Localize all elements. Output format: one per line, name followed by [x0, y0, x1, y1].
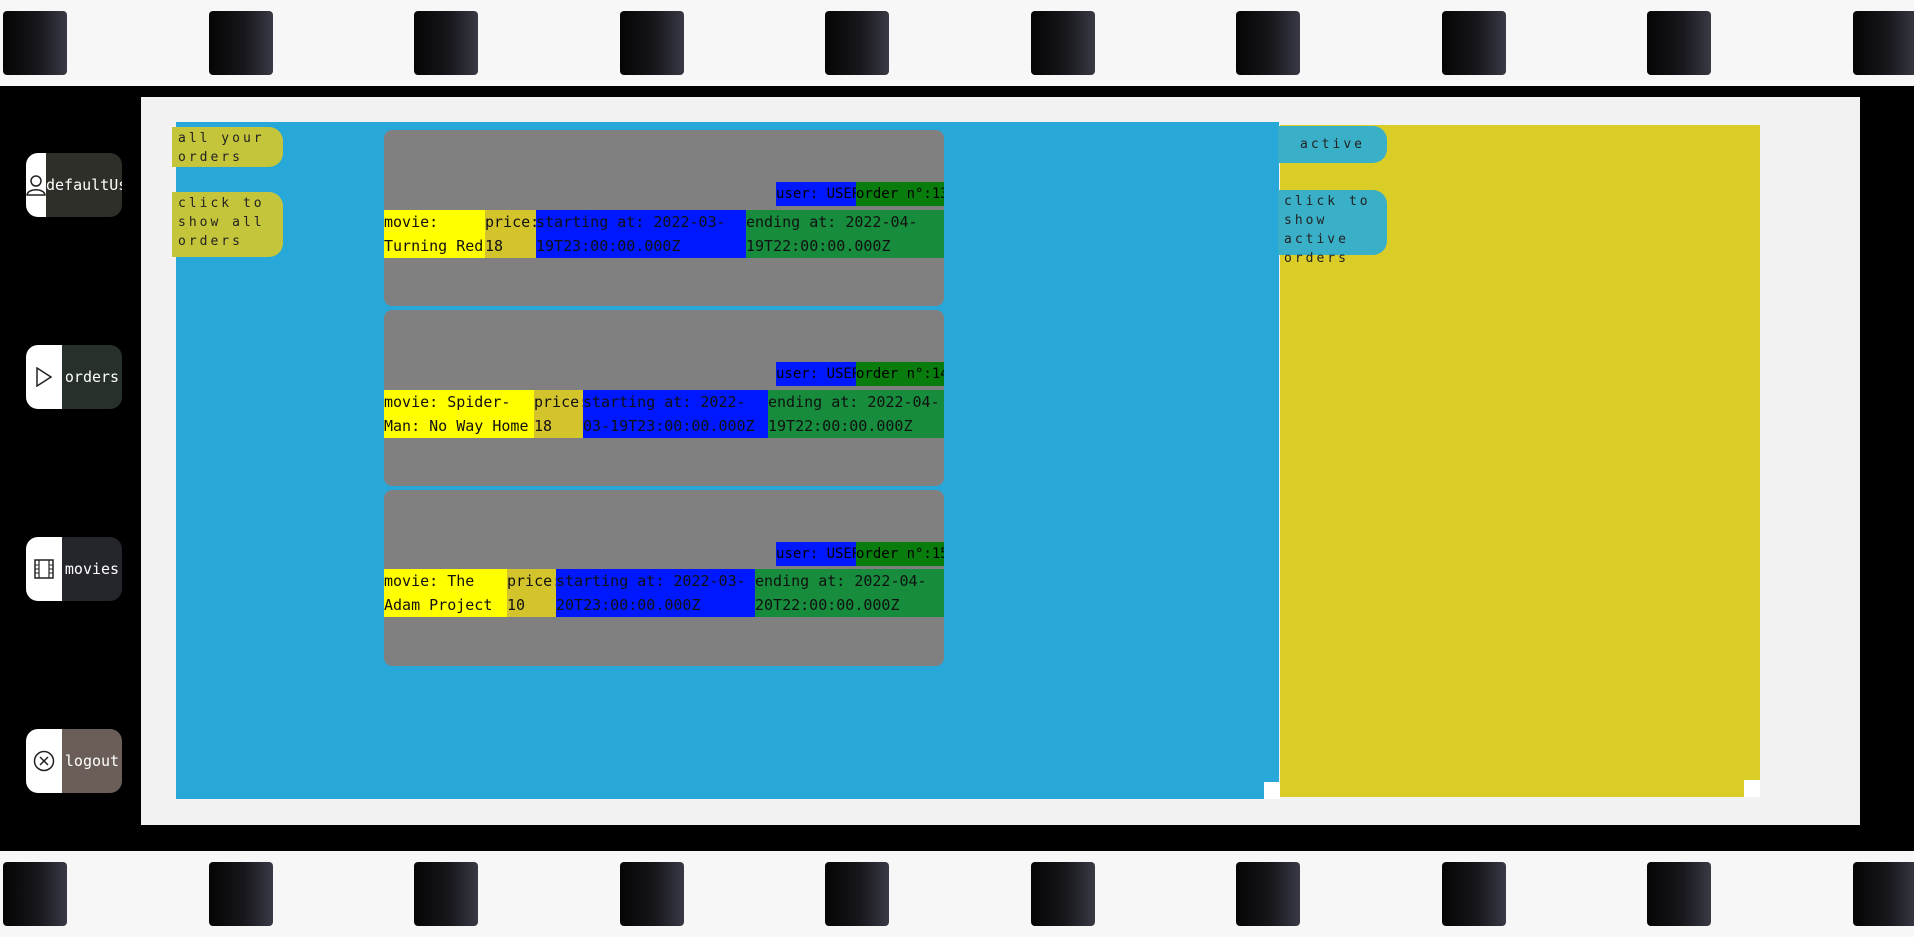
film-hole: [1647, 862, 1711, 926]
order-end: ending at: 2022-04-19T22:00:00.000Z: [768, 390, 944, 438]
order-number: order n°:15: [856, 542, 944, 566]
film-hole: [1236, 11, 1300, 75]
order-number: order n°:13: [856, 182, 944, 206]
film-hole: [1236, 862, 1300, 926]
show-all-orders-button[interactable]: click to show all orders: [172, 192, 283, 257]
nav-label-logout: logout: [62, 729, 122, 793]
panel-corner: [1264, 782, 1280, 799]
film-hole: [1442, 11, 1506, 75]
film-hole: [1853, 11, 1914, 75]
nav-logout-button[interactable]: logout: [26, 729, 122, 793]
order-number: order n°:14: [856, 362, 944, 386]
close-circle-icon: [26, 729, 62, 793]
nav-label-orders: orders: [62, 345, 122, 409]
order-movie: movie: Turning Red: [384, 210, 485, 258]
film-strip-bottom: [0, 851, 1914, 937]
film-hole: [3, 862, 67, 926]
film-hole: [1853, 862, 1914, 926]
film-hole: [209, 11, 273, 75]
user-icon: [26, 153, 46, 217]
show-active-orders-button[interactable]: click to show active orders: [1278, 190, 1387, 266]
film-hole: [1442, 862, 1506, 926]
order-card: user: USER order n°:13 movie: Turning Re…: [384, 130, 944, 306]
film-hole: [1647, 11, 1711, 75]
order-start: starting at: 2022-03-19T23:00:00.000Z: [583, 390, 768, 438]
film-hole: [414, 862, 478, 926]
nav-label-movies: movies: [62, 537, 122, 601]
active-orders-title: active: [1278, 126, 1387, 163]
film-hole: [620, 862, 684, 926]
film-hole: [209, 862, 273, 926]
order-movie: movie: Spider-Man: No Way Home: [384, 390, 534, 438]
nav-movies-button[interactable]: movies: [26, 537, 122, 601]
order-user: user: USER: [776, 542, 856, 566]
nav-orders-button[interactable]: orders: [26, 345, 122, 409]
film-hole: [620, 11, 684, 75]
all-orders-title: all your orders: [172, 127, 283, 167]
order-card: user: USER order n°:15 movie: The Adam P…: [384, 490, 944, 666]
panel-corner: [1744, 780, 1760, 797]
film-hole: [1031, 862, 1095, 926]
order-end: ending at: 2022-04-19T22:00:00.000Z: [746, 210, 944, 258]
film-hole: [825, 11, 889, 75]
film-strip-top: [0, 0, 1914, 86]
order-user: user: USER: [776, 182, 856, 206]
nav-label-user: defaultUser: [46, 153, 122, 217]
order-movie: movie: The Adam Project: [384, 569, 507, 617]
play-icon: [26, 345, 62, 409]
film-icon: [26, 537, 62, 601]
film-hole: [3, 11, 67, 75]
order-price: price: 18: [534, 390, 583, 438]
film-hole: [414, 11, 478, 75]
order-card: user: USER order n°:14 movie: Spider-Man…: [384, 310, 944, 486]
nav-user-button[interactable]: defaultUser: [26, 153, 122, 217]
order-end: ending at: 2022-04-20T22:00:00.000Z: [755, 569, 944, 617]
order-price: price: 10: [507, 569, 556, 617]
film-hole: [825, 862, 889, 926]
order-user: user: USER: [776, 362, 856, 386]
order-start: starting at: 2022-03-20T23:00:00.000Z: [556, 569, 755, 617]
film-hole: [1031, 11, 1095, 75]
order-start: starting at: 2022-03-19T23:00:00.000Z: [536, 210, 746, 258]
order-price: price: 18: [485, 210, 536, 258]
